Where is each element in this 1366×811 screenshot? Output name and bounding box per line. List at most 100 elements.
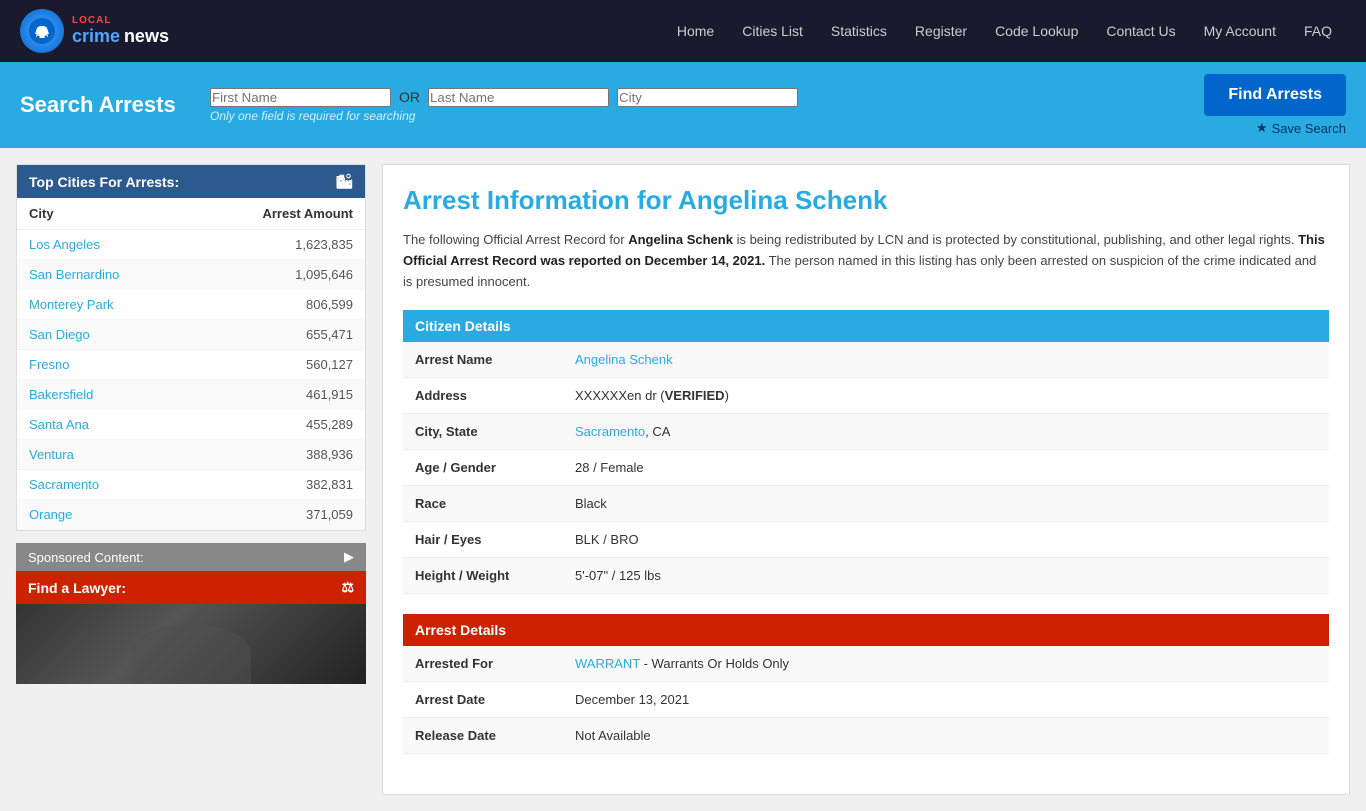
age-gender-label: Age / Gender <box>403 450 563 486</box>
arrest-details-header: Arrest Details <box>403 614 1329 646</box>
race-label: Race <box>403 486 563 522</box>
logo-crime: crime <box>72 26 120 46</box>
arrest-date-label: Arrest Date <box>403 682 563 718</box>
city-state-label: City, State <box>403 414 563 450</box>
address-label: Address <box>403 378 563 414</box>
city-name: Santa Ana <box>17 410 191 440</box>
star-icon: ★ <box>1256 120 1268 136</box>
nav-cities[interactable]: Cities List <box>728 0 817 62</box>
arrest-name-link[interactable]: Angelina Schenk <box>575 352 673 367</box>
sponsored-label: Sponsored Content: <box>28 550 144 565</box>
nav-account[interactable]: My Account <box>1190 0 1290 62</box>
nav-contact[interactable]: Contact Us <box>1092 0 1189 62</box>
city-count: 382,831 <box>191 470 365 500</box>
table-row: Hair / Eyes BLK / BRO <box>403 522 1329 558</box>
city-input[interactable] <box>617 88 798 107</box>
col-arrests: Arrest Amount <box>191 198 365 230</box>
arrested-for-value: WARRANT - Warrants Or Holds Only <box>563 646 1329 682</box>
find-lawyer-box[interactable]: Find a Lawyer: ⚖ <box>16 571 366 604</box>
logo-local: LOCAL <box>72 15 169 26</box>
arrest-title: Arrest Information for Angelina Schenk <box>403 185 1329 216</box>
scales-icon: ⚖ <box>341 579 354 596</box>
hair-eyes-value: BLK / BRO <box>563 522 1329 558</box>
main-content: Top Cities For Arrests: 🏙 City Arrest Am… <box>0 148 1366 811</box>
age-gender-value: 28 / Female <box>563 450 1329 486</box>
lawyer-image <box>16 604 366 684</box>
city-count: 560,127 <box>191 350 365 380</box>
table-row: Race Black <box>403 486 1329 522</box>
arrest-date-value: December 13, 2021 <box>563 682 1329 718</box>
city-link[interactable]: Sacramento <box>575 424 645 439</box>
save-search-button[interactable]: ★ Save Search <box>1256 120 1346 136</box>
address-value: XXXXXXen dr (VERIFIED) <box>563 378 1329 414</box>
height-weight-value: 5'-07" / 125 lbs <box>563 558 1329 594</box>
city-link[interactable]: Sacramento <box>29 477 99 492</box>
city-name: Monterey Park <box>17 290 191 320</box>
content-area: Arrest Information for Angelina Schenk T… <box>382 164 1350 795</box>
city-link[interactable]: Los Angeles <box>29 237 100 252</box>
city-name: Fresno <box>17 350 191 380</box>
first-name-input[interactable] <box>210 88 391 107</box>
city-link[interactable]: San Diego <box>29 327 90 342</box>
verified-badge: VERIFIED <box>665 388 725 403</box>
nav-register[interactable]: Register <box>901 0 981 62</box>
city-count: 1,095,646 <box>191 260 365 290</box>
warrant-link[interactable]: WARRANT <box>575 656 640 671</box>
search-inputs-wrapper: OR Only one field is required for search… <box>210 88 798 123</box>
logo[interactable]: LOCAL crime news <box>20 9 169 53</box>
city-name: Sacramento <box>17 470 191 500</box>
table-row: Arrested For WARRANT - Warrants Or Holds… <box>403 646 1329 682</box>
table-row: Release Date Not Available <box>403 718 1329 754</box>
table-row: Orange 371,059 <box>17 500 365 530</box>
release-date-label: Release Date <box>403 718 563 754</box>
city-link[interactable]: Monterey Park <box>29 297 114 312</box>
top-cities-title: Top Cities For Arrests: <box>29 174 179 190</box>
search-title: Search Arrests <box>20 92 200 118</box>
city-link[interactable]: Santa Ana <box>29 417 89 432</box>
table-row: Santa Ana 455,289 <box>17 410 365 440</box>
city-link[interactable]: Ventura <box>29 447 74 462</box>
search-hint: Only one field is required for searching <box>210 109 798 123</box>
city-name: Ventura <box>17 440 191 470</box>
city-link[interactable]: Bakersfield <box>29 387 93 402</box>
find-arrests-button[interactable]: Find Arrests <box>1204 74 1346 116</box>
city-count: 371,059 <box>191 500 365 530</box>
inputs-row: OR <box>210 88 798 107</box>
sponsored-header: Sponsored Content: ▶ <box>16 543 366 571</box>
table-row: City, State Sacramento, CA <box>403 414 1329 450</box>
play-icon: ▶ <box>344 549 354 565</box>
arrest-name-label: Arrest Name <box>403 342 563 378</box>
city-name: Orange <box>17 500 191 530</box>
save-search-label: Save Search <box>1272 121 1346 136</box>
city-name: Los Angeles <box>17 230 191 260</box>
or-label: OR <box>399 89 420 105</box>
table-row: Bakersfield 461,915 <box>17 380 365 410</box>
logo-svg <box>28 17 56 45</box>
table-row: Height / Weight 5'-07" / 125 lbs <box>403 558 1329 594</box>
nav-statistics[interactable]: Statistics <box>817 0 901 62</box>
table-row: Monterey Park 806,599 <box>17 290 365 320</box>
logo-icon <box>20 9 64 53</box>
nav-links: Home Cities List Statistics Register Cod… <box>663 0 1346 62</box>
nav-home[interactable]: Home <box>663 0 728 62</box>
last-name-input[interactable] <box>428 88 609 107</box>
table-row: Ventura 388,936 <box>17 440 365 470</box>
nav-code-lookup[interactable]: Code Lookup <box>981 0 1092 62</box>
city-count: 655,471 <box>191 320 365 350</box>
city-count: 806,599 <box>191 290 365 320</box>
address-text: XXXXXXen dr <box>575 388 657 403</box>
logo-text: LOCAL crime news <box>72 15 169 47</box>
city-icon: 🏙 <box>335 173 353 190</box>
table-row: Age / Gender 28 / Female <box>403 450 1329 486</box>
arrest-details-table: Arrested For WARRANT - Warrants Or Holds… <box>403 646 1329 754</box>
sidebar: Top Cities For Arrests: 🏙 City Arrest Am… <box>16 164 366 795</box>
race-value: Black <box>563 486 1329 522</box>
nav-faq[interactable]: FAQ <box>1290 0 1346 62</box>
city-link[interactable]: Orange <box>29 507 72 522</box>
city-link[interactable]: San Bernardino <box>29 267 119 282</box>
height-weight-label: Height / Weight <box>403 558 563 594</box>
col-city: City <box>17 198 191 230</box>
warrant-text: - Warrants Or Holds Only <box>640 656 789 671</box>
city-link[interactable]: Fresno <box>29 357 69 372</box>
search-actions: Find Arrests ★ Save Search <box>1204 74 1346 136</box>
